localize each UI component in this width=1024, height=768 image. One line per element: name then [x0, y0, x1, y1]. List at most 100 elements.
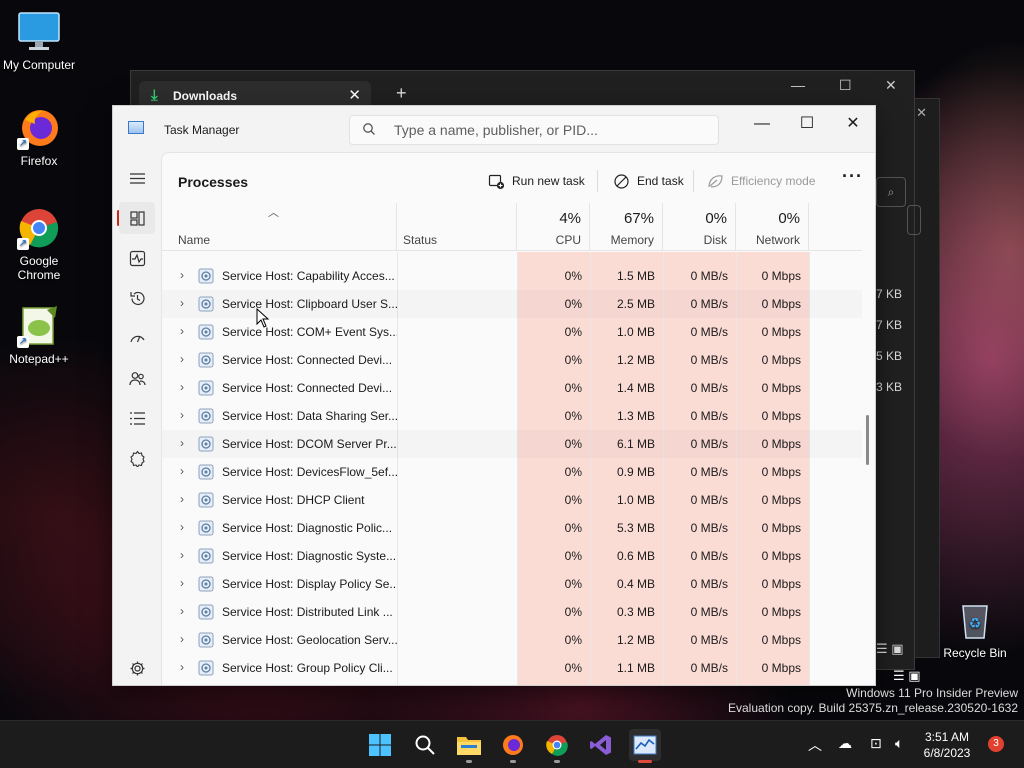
process-name: Service Host: DHCP Client: [222, 493, 365, 507]
expand-chevron-icon[interactable]: ›: [180, 408, 190, 422]
network-icon[interactable]: ⊡: [870, 735, 882, 752]
expand-chevron-icon[interactable]: ›: [180, 492, 190, 506]
table-row[interactable]: › Service Host: Geolocation Serv... 0% 1.2 …: [162, 626, 862, 654]
expand-chevron-icon[interactable]: ›: [180, 352, 190, 366]
table-row[interactable]: › Service Host: Connected Devi... 0% 1.2 MB…: [162, 346, 862, 374]
table-row[interactable]: › Service Host: Capability Acces... 0% 1.5 …: [162, 262, 862, 290]
close-icon[interactable]: ✕: [916, 105, 927, 121]
table-row[interactable]: › Service Host: Display Policy Se... 0% 0.4…: [162, 570, 862, 598]
taskbar-file-explorer[interactable]: [453, 729, 485, 761]
view-toggle-icons[interactable]: ☰ ▣: [876, 641, 904, 657]
nav-app-history[interactable]: [119, 282, 155, 314]
navigation-rail: [113, 152, 161, 685]
service-gear-icon: [198, 296, 214, 312]
process-disk: 0 MB/s: [690, 605, 728, 619]
desktop-icon-notepadpp[interactable]: ↗ Notepad++: [0, 304, 78, 366]
column-header-cpu[interactable]: 4% CPU: [517, 203, 590, 251]
expand-chevron-icon[interactable]: ›: [180, 632, 190, 646]
title-bar[interactable]: Task Manager — ☐ ✕: [113, 106, 875, 152]
performance-icon: [129, 250, 145, 266]
chrome-icon: ↗: [17, 206, 61, 250]
expand-chevron-icon[interactable]: ›: [180, 660, 190, 674]
firefox-icon: ↗: [17, 106, 61, 150]
service-gear-icon: [198, 324, 214, 340]
column-header-memory[interactable]: 67% Memory: [590, 203, 663, 251]
process-network: 0 Mbps: [761, 521, 801, 535]
show-hidden-icons-button[interactable]: ︿: [808, 735, 822, 755]
close-button[interactable]: ✕: [831, 110, 875, 138]
nav-startup-apps[interactable]: [119, 322, 155, 354]
process-disk: 0 MB/s: [690, 437, 728, 451]
taskbar-visual-studio[interactable]: [585, 729, 617, 761]
search-icon[interactable]: ⌕: [876, 177, 906, 207]
efficiency-mode-button[interactable]: Efficiency mode: [707, 166, 816, 196]
maximize-button[interactable]: ☐: [785, 110, 829, 138]
startup-icon: [129, 335, 145, 342]
expand-chevron-icon[interactable]: ›: [180, 604, 190, 618]
process-memory: 0.4 MB: [616, 577, 655, 591]
new-tab-button[interactable]: +: [396, 83, 407, 104]
desktop-icon-google-chrome[interactable]: ↗ Google Chrome: [0, 206, 78, 282]
onedrive-offline-icon[interactable]: ☁: [838, 735, 852, 752]
expand-chevron-icon[interactable]: ›: [180, 296, 190, 310]
close-icon[interactable]: ✕: [885, 77, 897, 94]
expand-chevron-icon[interactable]: ›: [180, 548, 190, 562]
clock[interactable]: 3:51 AM 6/8/2023: [912, 729, 982, 761]
taskbar-search-button[interactable]: [409, 729, 441, 761]
taskbar-firefox[interactable]: [497, 729, 529, 761]
users-icon: [128, 371, 146, 385]
nav-users[interactable]: [119, 362, 155, 394]
notification-badge[interactable]: 3: [988, 736, 1004, 752]
expand-chevron-icon[interactable]: ›: [180, 268, 190, 282]
tab-label: Downloads: [173, 89, 238, 103]
nav-processes[interactable]: [119, 202, 155, 234]
desktop-icon-firefox[interactable]: ↗ Firefox: [0, 106, 78, 168]
more-options-button[interactable]: ···: [842, 166, 863, 187]
column-header-network[interactable]: 0% Network: [736, 203, 809, 251]
table-row[interactable]: › Service Host: Diagnostic Polic... 0% 5.3 …: [162, 514, 862, 542]
expand-chevron-icon[interactable]: ›: [180, 324, 190, 338]
process-memory: 1.0 MB: [616, 325, 655, 339]
nav-performance[interactable]: [119, 242, 155, 274]
toolbar-button[interactable]: [907, 205, 921, 235]
minimize-icon[interactable]: —: [791, 77, 805, 93]
task-manager-window[interactable]: Task Manager — ☐ ✕: [112, 105, 876, 686]
table-row[interactable]: › Service Host: DevicesFlow_5ef... 0% 0.9 M…: [162, 458, 862, 486]
desktop-icon-my-computer[interactable]: My Computer: [0, 10, 78, 72]
start-button[interactable]: [364, 729, 396, 761]
column-header-disk[interactable]: 0% Disk: [663, 203, 736, 251]
table-row[interactable]: › Service Host: Diagnostic Syste... 0% 0.6 …: [162, 542, 862, 570]
expand-chevron-icon[interactable]: ›: [180, 520, 190, 534]
search-input[interactable]: [394, 120, 704, 140]
table-row[interactable]: › Service Host: Distributed Link ... 0% 0.3…: [162, 598, 862, 626]
view-toggle-icons[interactable]: ☰ ▣: [893, 668, 921, 684]
hamburger-menu-button[interactable]: [119, 162, 155, 194]
table-row[interactable]: › Service Host: DHCP Client 0% 1.0 MB 0 MB/s…: [162, 486, 862, 514]
expand-chevron-icon[interactable]: ›: [180, 436, 190, 450]
nav-details[interactable]: [119, 402, 155, 434]
taskbar-chrome[interactable]: [541, 729, 573, 761]
shortcut-arrow-icon: ↗: [17, 336, 29, 348]
table-row[interactable]: › Service Host: Connected Devi... 0% 1.4 MB…: [162, 374, 862, 402]
expand-chevron-icon[interactable]: ›: [180, 464, 190, 478]
taskbar-task-manager[interactable]: [629, 729, 661, 761]
run-new-task-button[interactable]: Run new task: [488, 166, 585, 196]
vertical-scrollbar[interactable]: [866, 415, 869, 465]
desktop-icon-label: Notepad++: [9, 352, 69, 366]
file-size: 5 KB: [876, 349, 903, 363]
table-row[interactable]: › Service Host: Group Policy Cli... 0% 1.1 …: [162, 654, 862, 682]
volume-icon[interactable]: 🔈︎: [895, 735, 903, 752]
expand-chevron-icon[interactable]: ›: [180, 576, 190, 590]
nav-settings[interactable]: [119, 652, 155, 684]
end-task-button[interactable]: End task: [613, 166, 684, 196]
nav-services[interactable]: [119, 442, 155, 474]
table-row[interactable]: › Service Host: DCOM Server Pr... 0% 6.1 MB…: [162, 430, 862, 458]
desktop-icon-recycle-bin[interactable]: ♻ Recycle Bin: [936, 598, 1014, 660]
search-box[interactable]: [349, 115, 719, 145]
table-row[interactable]: › Service Host: Data Sharing Ser... 0% 1.3 …: [162, 402, 862, 430]
minimize-button[interactable]: —: [740, 110, 784, 138]
maximize-icon[interactable]: ☐: [839, 77, 852, 94]
expand-chevron-icon[interactable]: ›: [180, 380, 190, 394]
column-header-name[interactable]: Name: [162, 203, 397, 251]
column-header-status[interactable]: Status: [397, 203, 517, 251]
